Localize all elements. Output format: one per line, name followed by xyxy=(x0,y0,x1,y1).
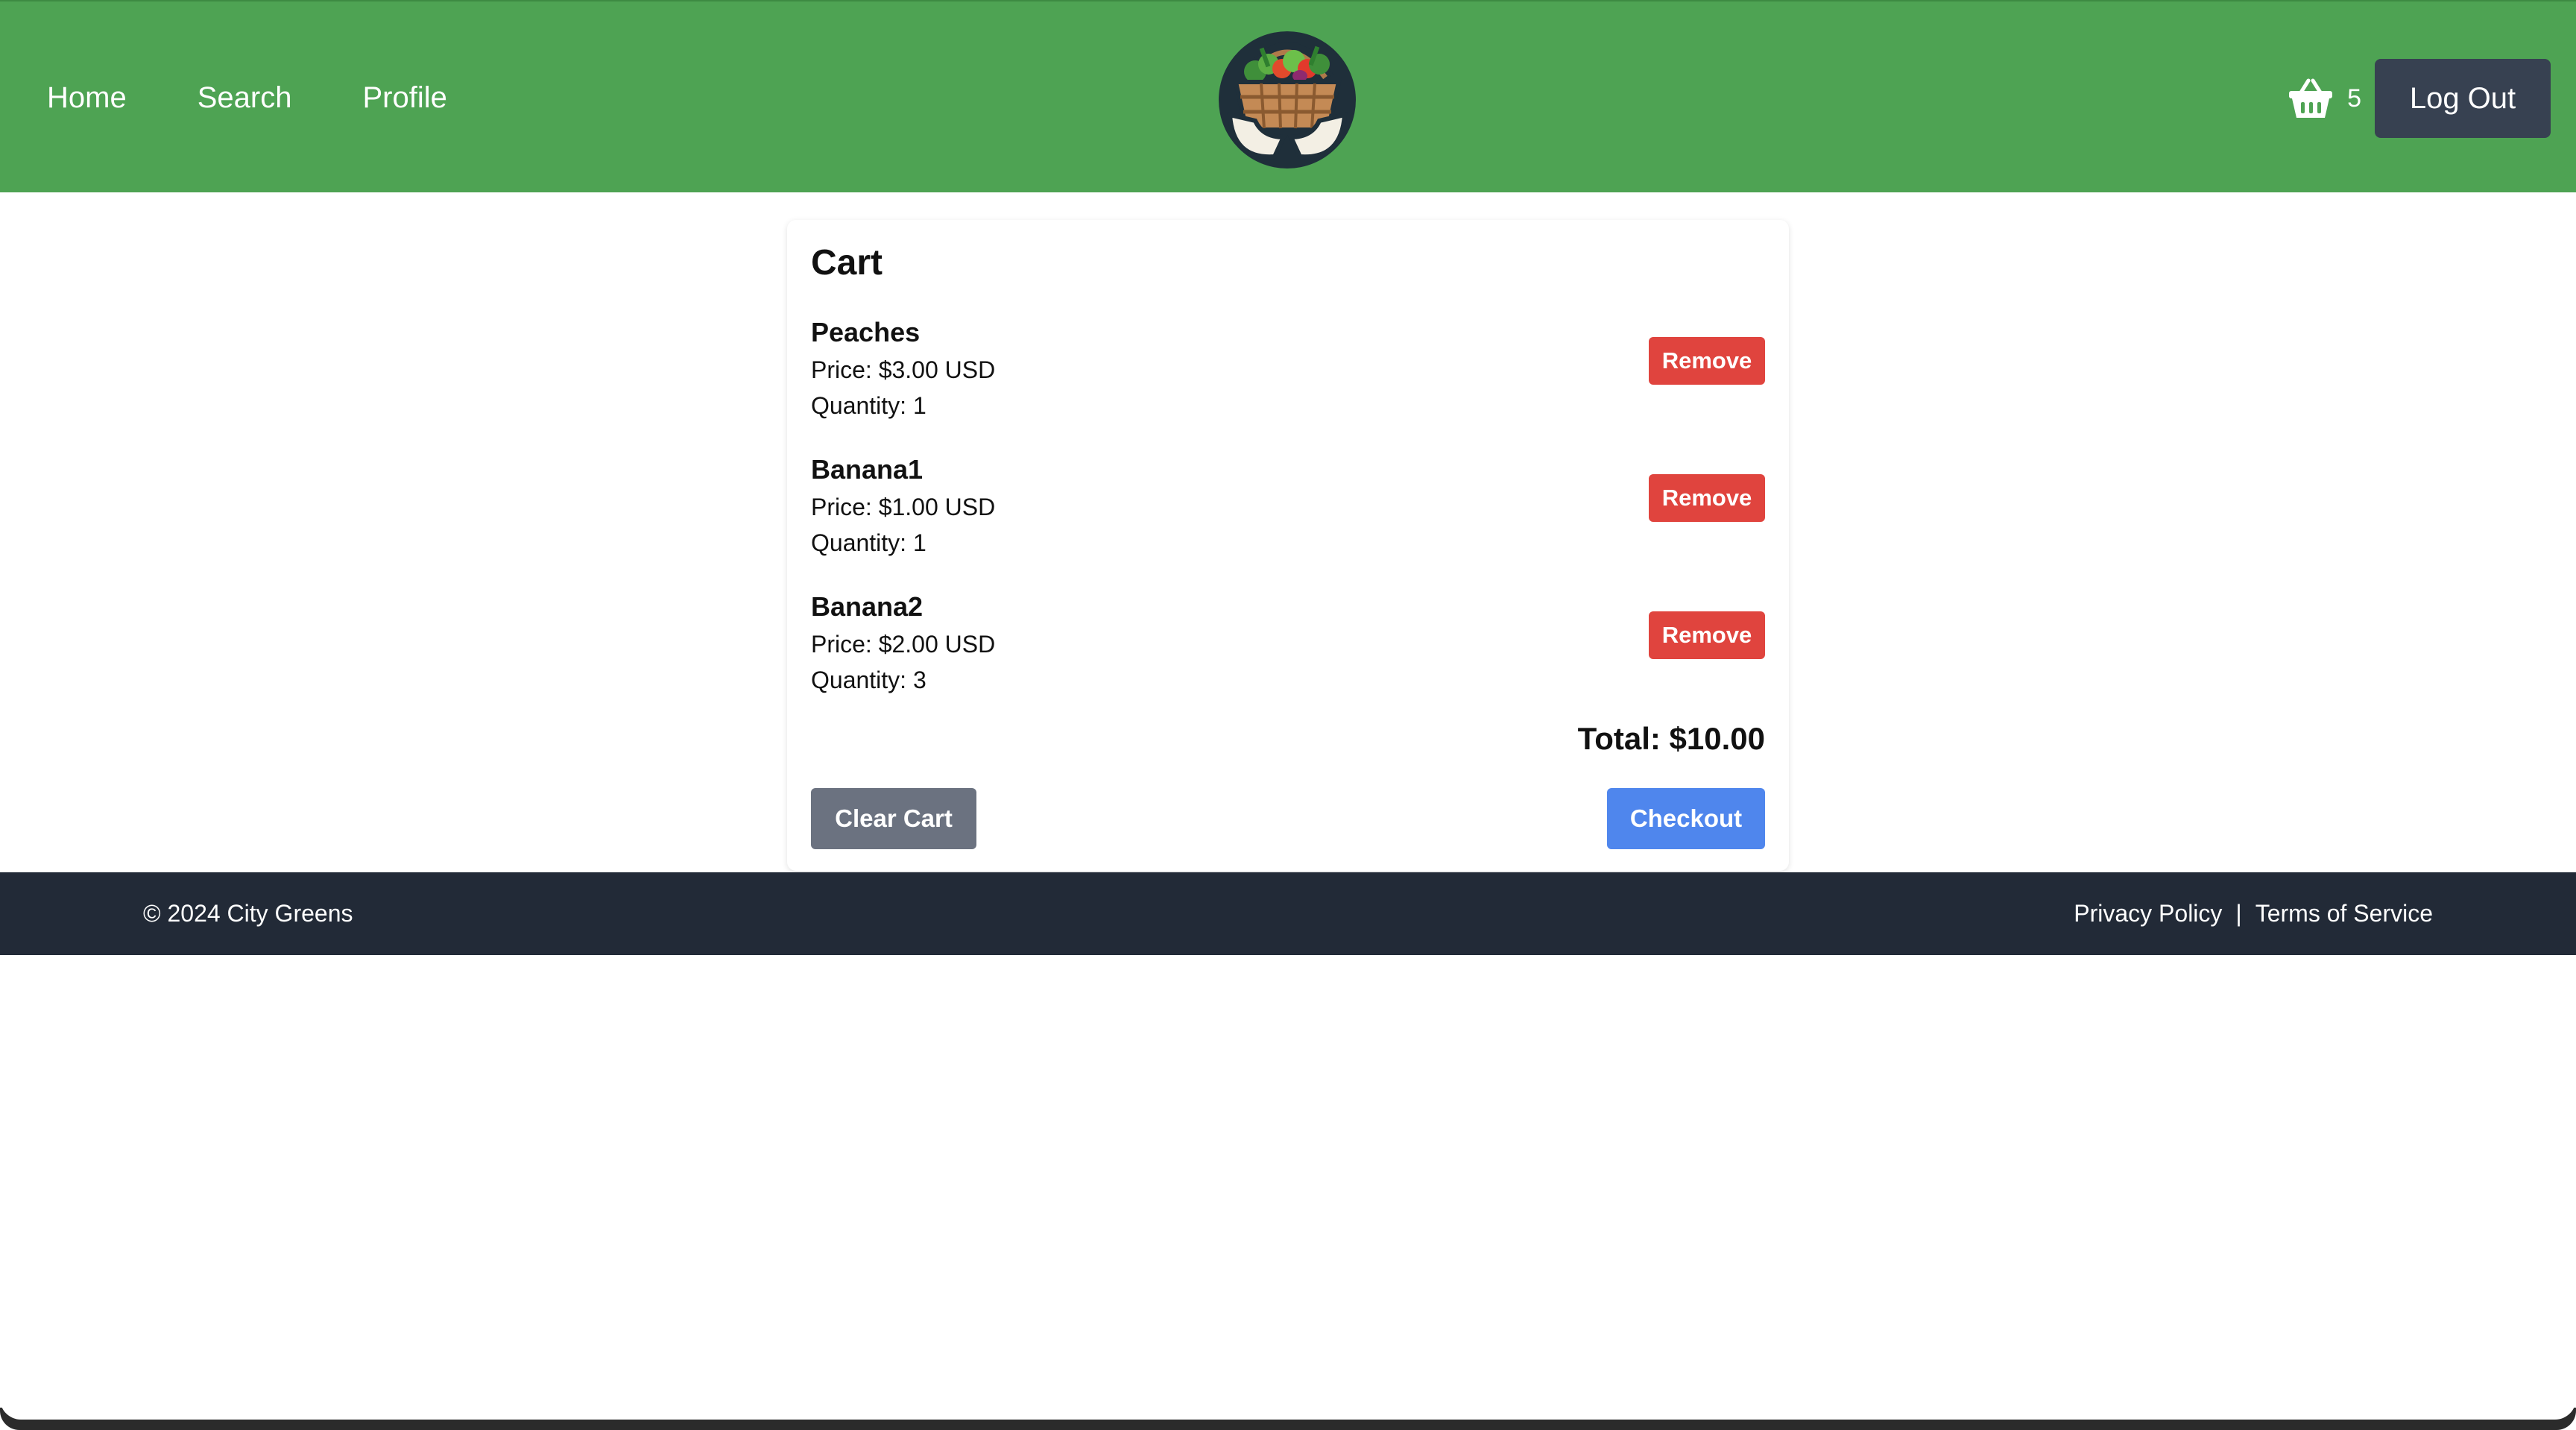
nav-home-link[interactable]: Home xyxy=(47,81,127,115)
header-actions: 5 Log Out xyxy=(2288,59,2551,138)
vegetable-basket-logo-icon[interactable] xyxy=(1210,25,1364,171)
site-footer: © 2024 City Greens Privacy Policy | Term… xyxy=(0,872,2576,955)
copyright-text: © 2024 City Greens xyxy=(143,900,353,927)
cart-item: Banana2 Price: $2.00 USD Quantity: 3 Rem… xyxy=(811,588,1765,707)
nav-search-link[interactable]: Search xyxy=(198,81,292,115)
item-quantity: Quantity: 3 xyxy=(811,667,926,693)
item-name: Banana2 xyxy=(811,591,924,622)
item-price: Price: $2.00 USD xyxy=(811,631,996,658)
footer-separator: | xyxy=(2235,900,2242,927)
nav-profile-link[interactable]: Profile xyxy=(362,81,446,115)
remove-button[interactable]: Remove xyxy=(1649,474,1765,522)
footer-links: Privacy Policy | Terms of Service xyxy=(2074,872,2433,955)
terms-of-service-link[interactable]: Terms of Service xyxy=(2255,900,2433,927)
cart-panel: Cart Peaches Price: $3.00 USD Quantity: … xyxy=(787,220,1789,871)
item-price: Price: $1.00 USD xyxy=(811,494,996,520)
cart-item: Banana1 Price: $1.00 USD Quantity: 1 Rem… xyxy=(811,450,1765,570)
cart-title: Cart xyxy=(811,243,883,283)
checkout-button[interactable]: Checkout xyxy=(1607,788,1765,849)
cart-count-badge: 5 xyxy=(2347,84,2361,113)
site-header: Home Search Profile 5 Log Out xyxy=(0,0,2576,192)
item-price: Price: $3.00 USD xyxy=(811,356,996,383)
privacy-policy-link[interactable]: Privacy Policy xyxy=(2074,900,2222,927)
item-name: Peaches xyxy=(811,317,921,347)
remove-button[interactable]: Remove xyxy=(1649,611,1765,659)
basket-icon[interactable] xyxy=(2288,78,2334,119)
page: Home Search Profile 5 Log Out Cart Peach… xyxy=(0,0,2576,1420)
main-nav: Home Search Profile xyxy=(47,1,447,194)
cart-item: Peaches Price: $3.00 USD Quantity: 1 Rem… xyxy=(811,313,1765,432)
item-quantity: Quantity: 1 xyxy=(811,392,926,419)
clear-cart-button[interactable]: Clear Cart xyxy=(811,788,976,849)
remove-button[interactable]: Remove xyxy=(1649,337,1765,385)
logout-button[interactable]: Log Out xyxy=(2375,59,2551,138)
app-window: Home Search Profile 5 Log Out Cart Peach… xyxy=(0,0,2576,1430)
item-name: Banana1 xyxy=(811,454,924,485)
cart-total: Total: $10.00 xyxy=(1577,721,1765,756)
item-quantity: Quantity: 1 xyxy=(811,529,926,556)
